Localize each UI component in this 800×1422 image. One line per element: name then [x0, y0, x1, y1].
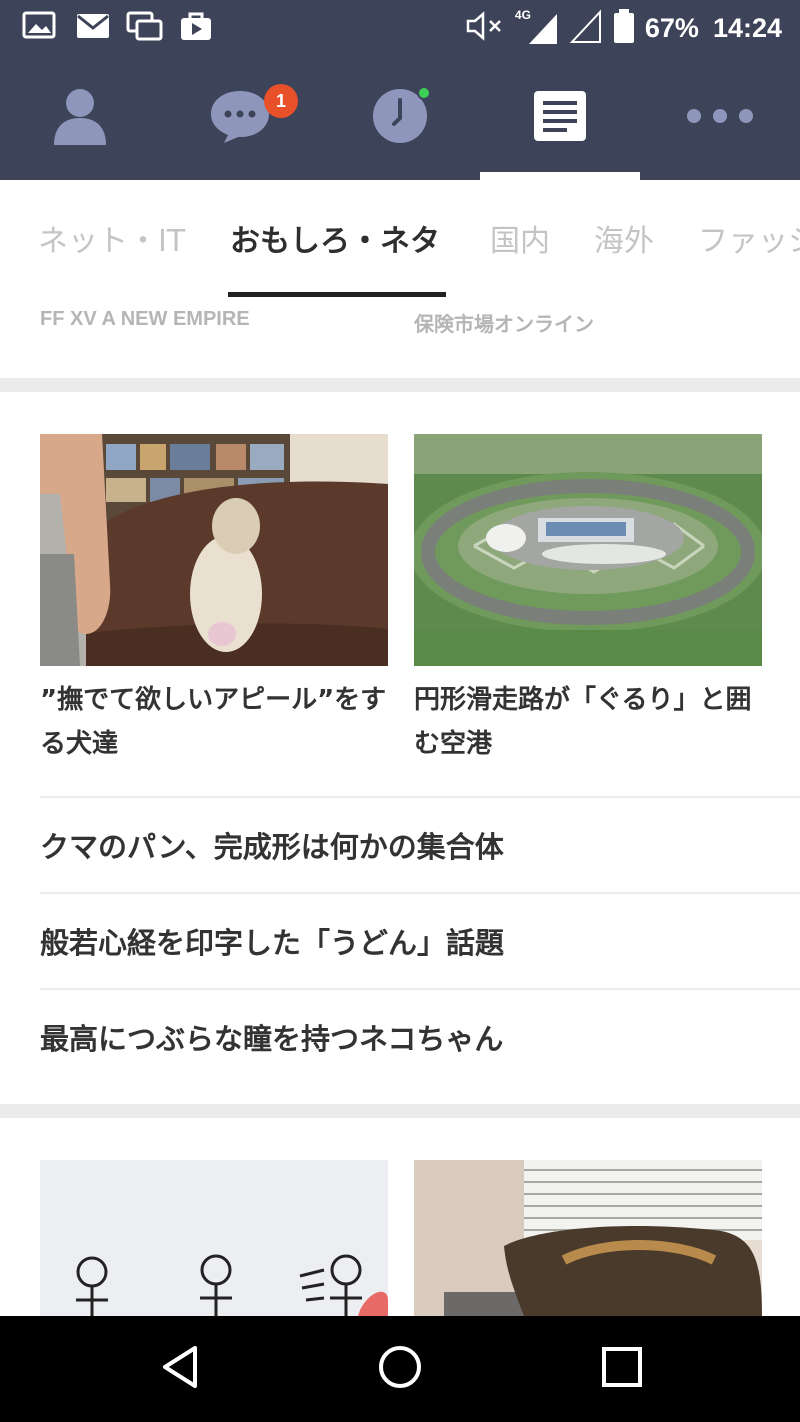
status-bar: 4G 67% 14:24	[0, 0, 800, 56]
featured-card-airport[interactable]: 円形滑走路が「ぐるり」と囲む空港	[414, 434, 762, 766]
system-navigation-bar	[0, 1316, 800, 1422]
nav-news[interactable]	[480, 56, 640, 180]
source-right[interactable]: 保険市場オンライン	[414, 308, 594, 337]
network-label: 4G	[514, 8, 531, 22]
nav-timeline[interactable]	[320, 56, 480, 180]
list-item[interactable]: 般若心経を印字した「うどん」話題	[40, 892, 800, 988]
stick-figures-illustration	[40, 1160, 388, 1316]
tab-fashion[interactable]: ファッシ	[698, 216, 800, 260]
clock-time: 14:24	[712, 12, 782, 43]
back-button[interactable]	[120, 1316, 240, 1422]
nav-chats[interactable]: 1	[160, 56, 320, 180]
system-status: 4G 67% 14:24	[465, 8, 782, 48]
home-button[interactable]	[340, 1316, 460, 1422]
signal-icon: 4G	[514, 8, 559, 46]
tab-overseas[interactable]: 海外	[594, 216, 654, 260]
notification-icons	[22, 10, 216, 44]
list-item[interactable]: クマのパン、完成形は何かの集合体	[40, 796, 800, 892]
nav-more[interactable]	[640, 56, 800, 180]
section-divider	[0, 378, 800, 392]
tab-domestic[interactable]: 国内	[490, 216, 550, 260]
source-row: FF XV A NEW EMPIRE 保険市場オンライン	[0, 298, 800, 378]
gmail-icon	[74, 10, 112, 44]
tab-net-it[interactable]: ネット・IT	[38, 216, 185, 260]
recents-icon	[601, 1346, 643, 1392]
app-navigation-bar: 1	[0, 56, 800, 180]
person-icon	[50, 85, 110, 151]
featured-title-dog: ”撫でて欲しいアピール”をする犬達	[40, 685, 387, 759]
signal-empty-icon	[569, 8, 603, 48]
featured-title-airport: 円形滑走路が「ぐるり」と囲む空港	[414, 685, 752, 759]
category-tabs: ネット・IT おもしろ・ネタ 国内 海外 ファッシ	[0, 180, 800, 298]
battery-icon	[613, 8, 635, 48]
home-icon	[377, 1344, 423, 1394]
headline-text: クマのパン、完成形は何かの集合体	[40, 830, 504, 864]
headline-text: 般若心経を印字した「うどん」話題	[40, 926, 505, 960]
battery-percent: 67%	[644, 12, 699, 43]
cat-in-room-photo	[414, 1160, 762, 1316]
news-icon	[532, 89, 588, 147]
image-notification-icon	[22, 10, 60, 44]
section-divider	[0, 1104, 800, 1118]
more-icon	[685, 106, 755, 130]
nav-friends[interactable]	[0, 56, 160, 180]
chat-notification-icon	[126, 10, 164, 44]
new-post-dot	[417, 86, 431, 100]
recents-button[interactable]	[562, 1316, 682, 1422]
back-icon	[159, 1344, 201, 1394]
list-item[interactable]: 最高につぶらな瞳を持つネコちゃん	[40, 988, 800, 1084]
dog-on-sofa-photo	[40, 434, 388, 666]
circular-runway-airport-render	[414, 434, 762, 666]
active-tab-indicator	[228, 292, 446, 297]
active-nav-indicator	[480, 172, 640, 180]
tab-omoshiro-neta[interactable]: おもしろ・ネタ	[230, 216, 440, 260]
bottom-card-cat[interactable]	[414, 1160, 762, 1316]
unread-badge: 1	[264, 84, 298, 118]
featured-card-dog[interactable]: ”撫でて欲しいアピール”をする犬達	[40, 434, 388, 766]
muted-icon	[465, 10, 505, 46]
headline-text: 最高につぶらな瞳を持つネコちゃん	[40, 1022, 504, 1056]
bottom-card-illustration[interactable]	[40, 1160, 388, 1316]
store-icon	[178, 10, 216, 44]
chat-bubble-icon	[208, 87, 272, 149]
source-left[interactable]: FF XV A NEW EMPIRE	[40, 308, 250, 331]
